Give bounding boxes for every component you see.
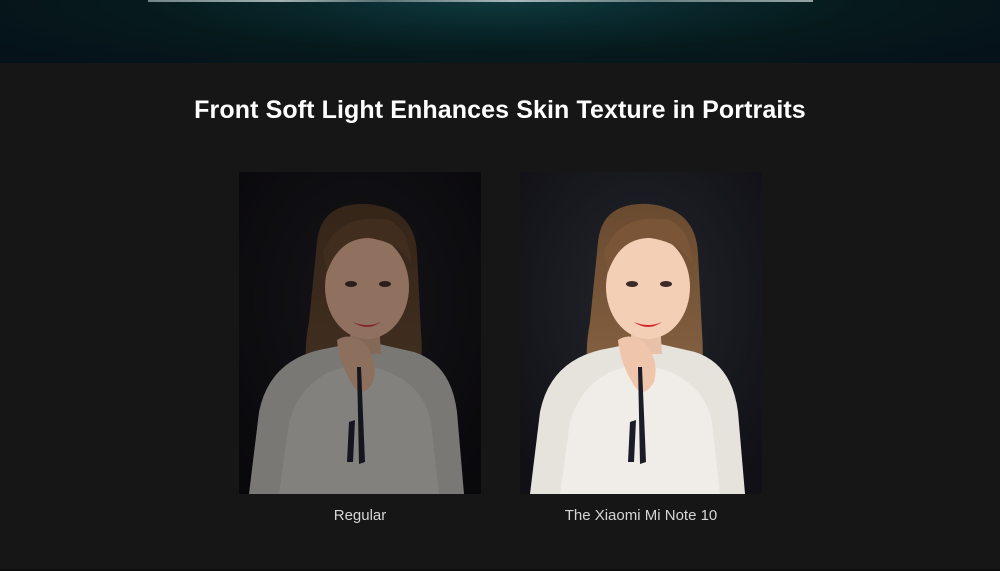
top-banner-image [0,0,1000,63]
caption-regular: Regular [333,507,387,524]
portrait-photo-enhanced [520,172,762,494]
banner-texture-edge [148,0,813,2]
section-title: Front Soft Light Enhances Skin Texture i… [194,96,806,124]
caption-mi-note-10: The Xiaomi Mi Note 10 [564,507,718,524]
portrait-photo-regular [239,172,481,494]
page: Front Soft Light Enhances Skin Texture i… [0,0,1000,571]
